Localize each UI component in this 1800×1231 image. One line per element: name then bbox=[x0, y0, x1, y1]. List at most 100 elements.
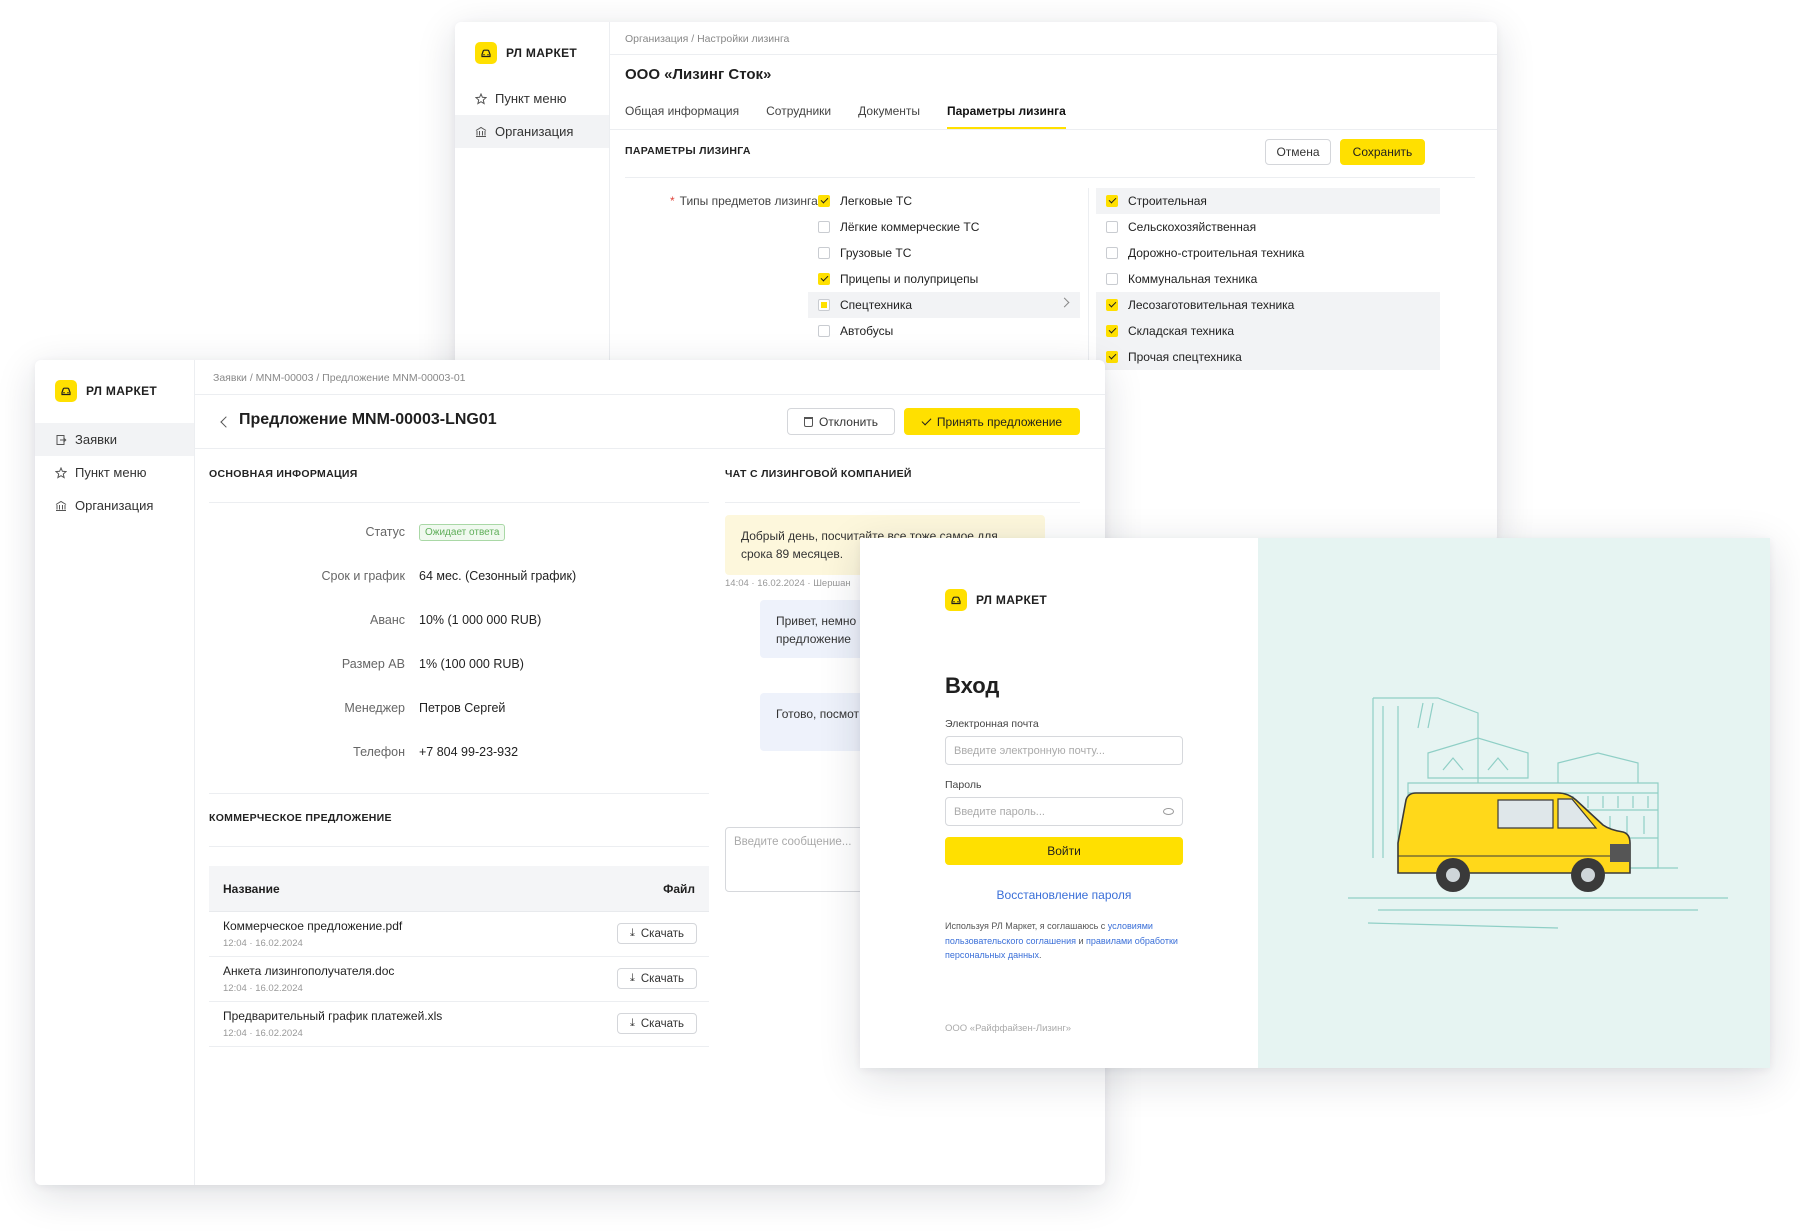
checkbox[interactable] bbox=[818, 195, 830, 207]
type-option[interactable]: Автобусы bbox=[808, 318, 1080, 344]
chat-title: ЧАТ С ЛИЗИНГОВОЙ КОМПАНИЕЙ bbox=[725, 468, 912, 480]
type-option[interactable]: Лёгкие коммерческие ТС bbox=[808, 214, 1080, 240]
file-name[interactable]: Предварительный график платежей.xls bbox=[223, 1009, 442, 1023]
tab-documents[interactable]: Документы bbox=[858, 104, 920, 129]
field-key: Телефон bbox=[353, 745, 405, 759]
terms-text: Используя РЛ Маркет, я соглашаюсь с усло… bbox=[945, 919, 1190, 963]
checkbox[interactable] bbox=[818, 325, 830, 337]
checkbox[interactable] bbox=[1106, 351, 1118, 363]
field-value: Петров Сергей bbox=[419, 701, 506, 715]
option-label: Спецтехника bbox=[840, 298, 912, 312]
bank-icon bbox=[55, 500, 67, 511]
cancel-button[interactable]: Отмена bbox=[1265, 139, 1331, 165]
download-button[interactable]: ⤓ Скачать bbox=[617, 923, 697, 944]
subtype-option[interactable]: Лесозаготовительная техника bbox=[1096, 292, 1440, 318]
brand-logo[interactable]: РЛ МАРКЕТ bbox=[475, 42, 577, 64]
checkbox[interactable] bbox=[818, 221, 830, 233]
checkbox[interactable] bbox=[818, 299, 830, 311]
checkbox[interactable] bbox=[1106, 247, 1118, 259]
info-fields: Статус Ожидает ответа Срок и график 64 мес… bbox=[209, 510, 709, 774]
option-label: Коммунальная техника bbox=[1128, 272, 1258, 286]
reject-button[interactable]: Отклонить bbox=[787, 408, 895, 435]
checkbox[interactable] bbox=[1106, 221, 1118, 233]
status-badge: Ожидает ответа bbox=[419, 523, 506, 541]
tab-general[interactable]: Общая информация bbox=[625, 104, 739, 129]
option-label: Сельскохозяйственная bbox=[1128, 220, 1257, 234]
sidebar-item-organization[interactable]: Организация bbox=[35, 489, 194, 522]
login-button[interactable]: Войти bbox=[945, 837, 1183, 865]
subtype-option[interactable]: Складская техника bbox=[1096, 318, 1440, 344]
accept-button[interactable]: Принять предложение bbox=[904, 408, 1080, 435]
type-option[interactable]: Прицепы и полуприцепы bbox=[808, 266, 1080, 292]
table-row: Коммерческое предложение.pdf 12:04 · 16.… bbox=[209, 912, 709, 957]
sidebar-item-label: Пункт меню bbox=[495, 91, 567, 106]
car-icon bbox=[945, 589, 967, 611]
building-van-illustration bbox=[1348, 697, 1728, 929]
file-name[interactable]: Анкета лизингополучателя.doc bbox=[223, 964, 394, 978]
field-advance: Аванс 10% (1 000 000 RUB) bbox=[209, 598, 709, 642]
brand-name: РЛ МАРКЕТ bbox=[86, 384, 158, 398]
breadcrumb[interactable]: Заявки / MNM-00003 / Предложение MNM-000… bbox=[213, 372, 466, 384]
sidebar-item-menu[interactable]: Пункт меню bbox=[455, 82, 609, 115]
option-label: Грузовые ТС bbox=[840, 246, 912, 260]
type-option[interactable]: Легковые ТС bbox=[808, 188, 1080, 214]
accept-label: Принять предложение bbox=[936, 414, 1063, 429]
recover-link[interactable]: Восстановление пароля bbox=[945, 888, 1183, 902]
sidebar-item-label: Заявки bbox=[75, 432, 117, 447]
option-label: Прочая спецтехника bbox=[1128, 350, 1242, 364]
tab-employees[interactable]: Сотрудники bbox=[766, 104, 831, 129]
save-button[interactable]: Сохранить bbox=[1340, 139, 1425, 165]
subtype-option[interactable]: Строительная bbox=[1096, 188, 1440, 214]
bank-icon bbox=[475, 126, 487, 137]
field-term: Срок и график 64 мес. (Сезонный график) bbox=[209, 554, 709, 598]
sidebar-item-organization[interactable]: Организация bbox=[455, 115, 609, 148]
file-time: 12:04 · 16.02.2024 bbox=[223, 938, 303, 949]
divider bbox=[209, 846, 709, 847]
table-row: Анкета лизингополучателя.doc 12:04 · 16.… bbox=[209, 957, 709, 1002]
subtype-option[interactable]: Прочая спецтехника bbox=[1096, 344, 1440, 370]
checkbox[interactable] bbox=[1106, 273, 1118, 285]
login-title: Вход bbox=[945, 673, 1000, 698]
option-label: Автобусы bbox=[840, 324, 894, 338]
checkbox[interactable] bbox=[1106, 325, 1118, 337]
type-option[interactable]: Грузовые ТС bbox=[808, 240, 1080, 266]
brand-logo[interactable]: РЛ МАРКЕТ bbox=[945, 589, 1047, 611]
type-option-selected[interactable]: Спецтехника bbox=[808, 292, 1080, 318]
brand-logo[interactable]: РЛ МАРКЕТ bbox=[55, 380, 157, 402]
option-label: Строительная bbox=[1128, 194, 1207, 208]
divider bbox=[195, 448, 1105, 449]
save-label: Сохранить bbox=[1352, 145, 1413, 159]
password-field[interactable]: Введите пароль... bbox=[945, 797, 1183, 826]
field-value: 64 мес. (Сезонный график) bbox=[419, 569, 577, 583]
star-icon bbox=[475, 92, 487, 105]
message-meta: 14:04 · 16.02.2024 · Шершан bbox=[725, 578, 851, 589]
login-window: РЛ МАРКЕТ Вход Электронная почта Введите… bbox=[860, 538, 1770, 1068]
tab-leasing-params[interactable]: Параметры лизинга bbox=[947, 104, 1066, 129]
checkbox[interactable] bbox=[818, 273, 830, 285]
checkbox[interactable] bbox=[1106, 195, 1118, 207]
sidebar-item-menu[interactable]: Пункт меню bbox=[35, 456, 194, 489]
field-key: Размер АВ bbox=[341, 657, 405, 671]
page-title: Предложение MNM-00003-LNG01 bbox=[239, 411, 497, 428]
files-table: Название Файл Коммерческое предложение.p… bbox=[209, 866, 709, 1047]
subtype-option[interactable]: Коммунальная техника bbox=[1096, 266, 1440, 292]
subtype-option[interactable]: Сельскохозяйственная bbox=[1096, 214, 1440, 240]
sidebar-item-requests[interactable]: Заявки bbox=[35, 423, 194, 456]
download-button[interactable]: ⤓ Скачать bbox=[617, 1013, 697, 1034]
file-name[interactable]: Коммерческое предложение.pdf bbox=[223, 919, 402, 933]
back-icon[interactable] bbox=[220, 416, 232, 428]
divider bbox=[195, 394, 1105, 395]
file-time: 12:04 · 16.02.2024 bbox=[223, 1028, 303, 1039]
download-button[interactable]: ⤓ Скачать bbox=[617, 968, 697, 989]
email-field[interactable]: Введите электронную почту... bbox=[945, 736, 1183, 765]
checkbox[interactable] bbox=[1106, 299, 1118, 311]
sidebar-item-label: Пункт меню bbox=[75, 465, 147, 480]
breadcrumb[interactable]: Организация / Настройки лизинга bbox=[625, 33, 789, 45]
checkbox[interactable] bbox=[818, 247, 830, 259]
column-name: Название bbox=[223, 881, 280, 896]
eye-icon[interactable] bbox=[1163, 808, 1174, 815]
subtype-option[interactable]: Дорожно-строительная техника bbox=[1096, 240, 1440, 266]
illustration-panel bbox=[1258, 538, 1770, 1068]
password-label: Пароль bbox=[945, 779, 982, 791]
field-commission: Размер АВ 1% (100 000 RUB) bbox=[209, 642, 709, 686]
